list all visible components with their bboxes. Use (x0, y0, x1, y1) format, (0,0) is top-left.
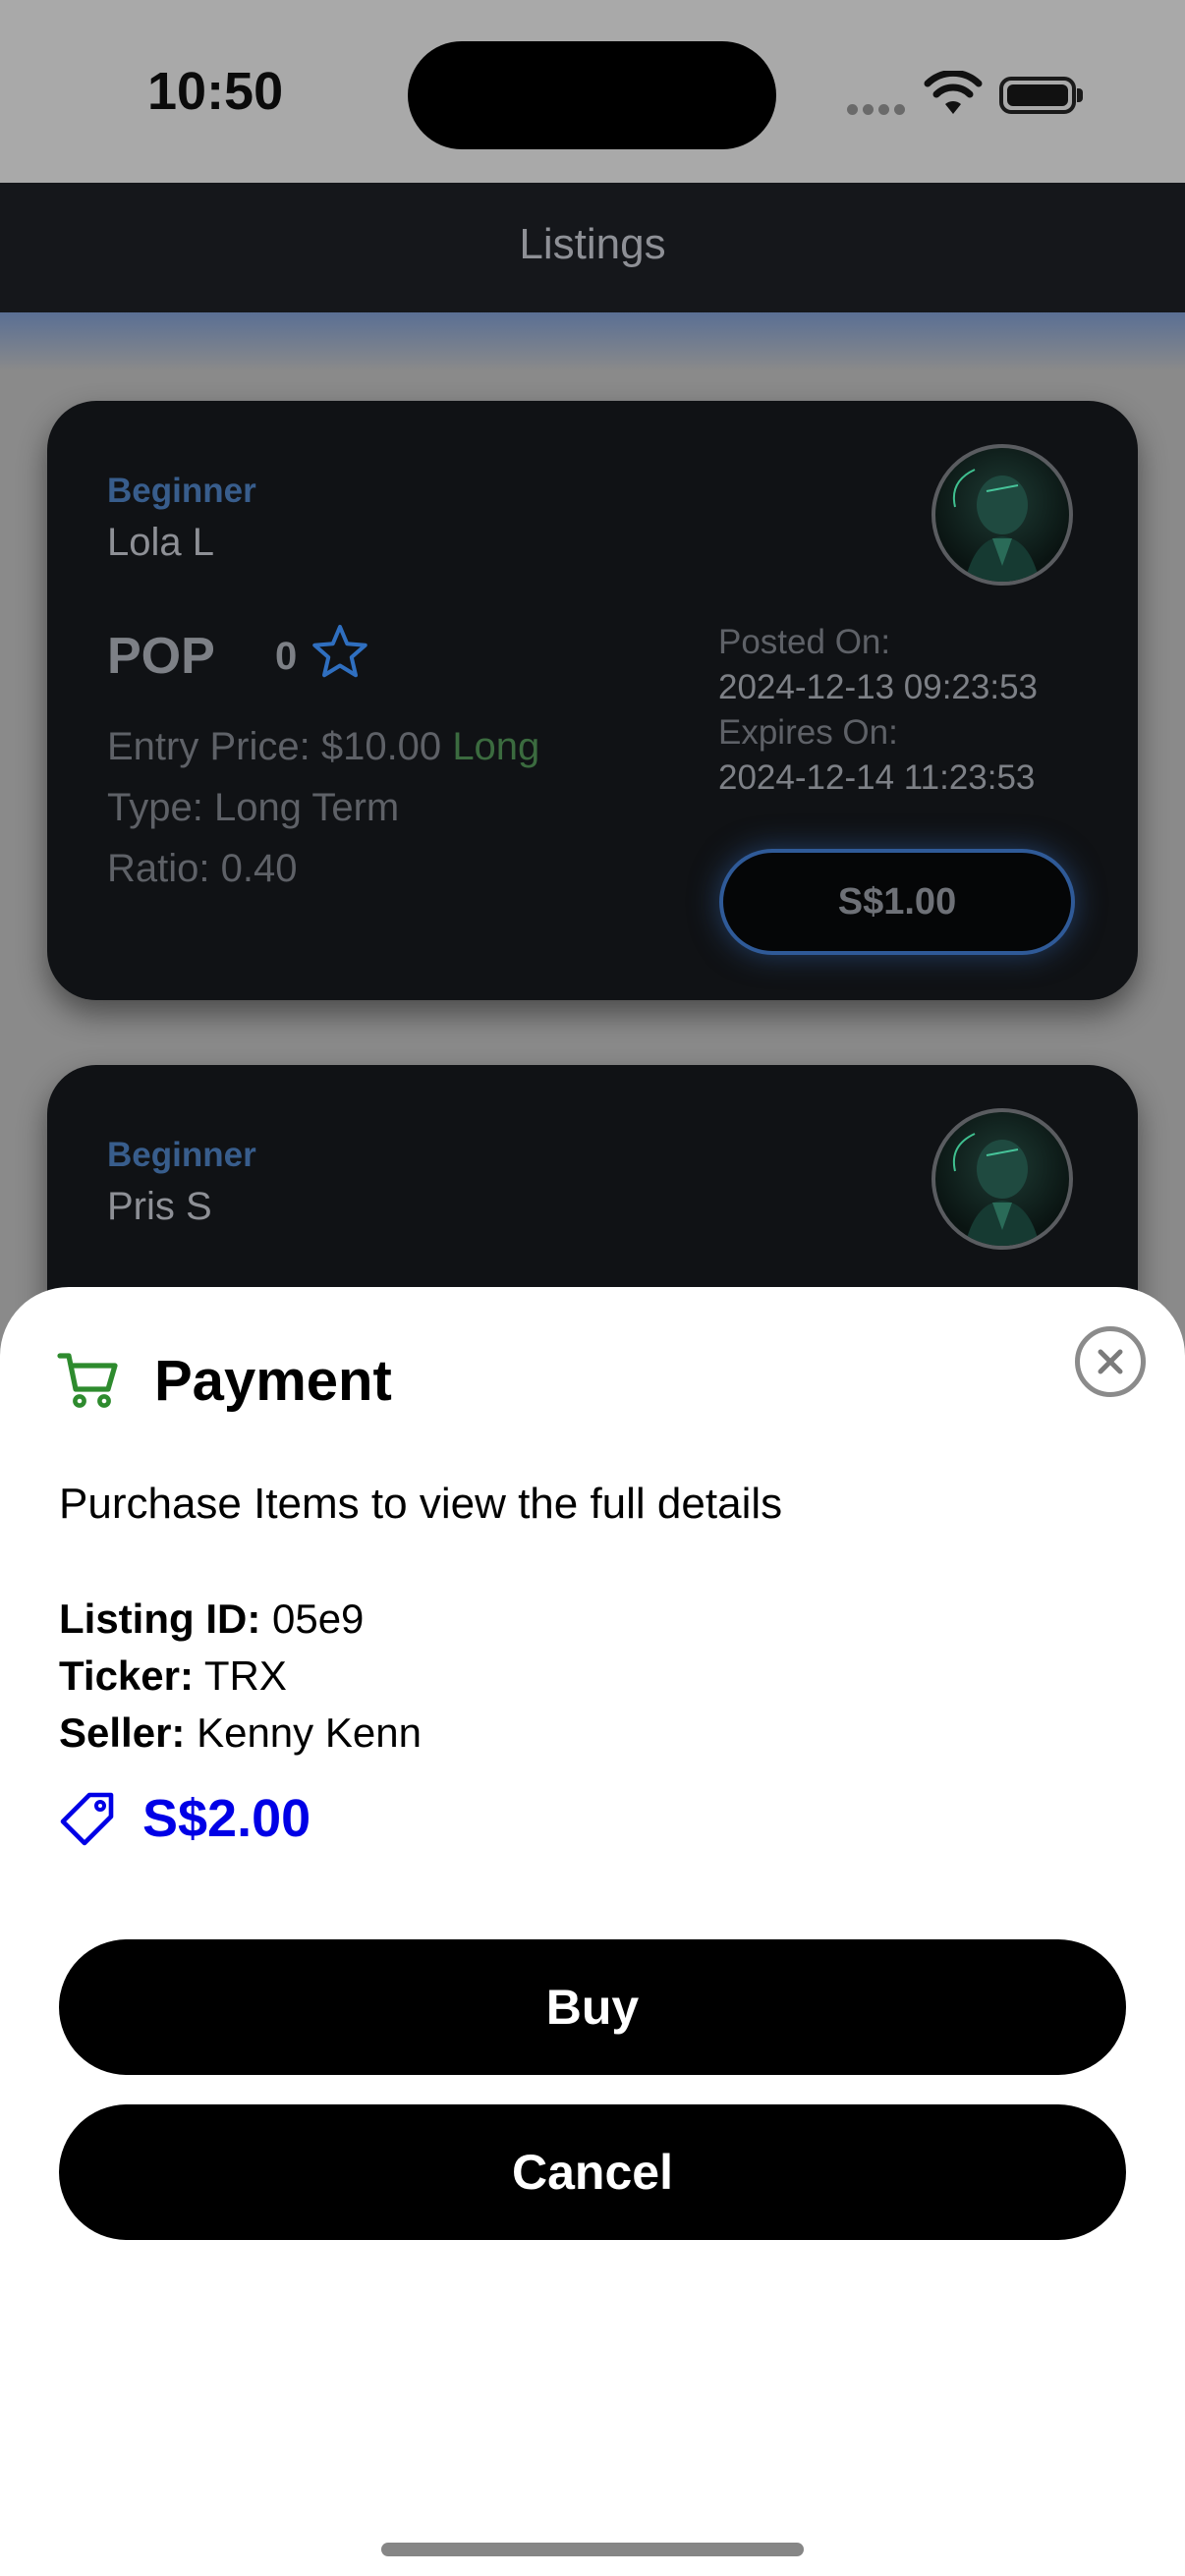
payment-amount: S$2.00 (142, 1789, 311, 1848)
shark-avatar-image (953, 1133, 1040, 1246)
listing-card[interactable]: Beginner Lola L POP 0 Entry Price: $10.0… (47, 401, 1138, 1000)
home-indicator[interactable] (381, 2543, 804, 2556)
dynamic-island (408, 41, 776, 149)
direction-label: Long (452, 725, 540, 768)
listing-id-row: Listing ID: 05e9 (59, 1596, 364, 1643)
battery-cap (1077, 88, 1083, 102)
entry-price: Entry Price: $10.00 Long (107, 725, 539, 769)
listing-seller-name: Pris S (107, 1185, 212, 1228)
listing-type: Type: Long Term (107, 786, 400, 829)
payment-title: Payment (154, 1349, 392, 1413)
close-icon (1098, 1349, 1123, 1374)
close-button[interactable] (1075, 1326, 1146, 1397)
listing-id-label: Listing ID: (59, 1596, 261, 1642)
seller-label: Seller: (59, 1709, 186, 1756)
seller-value: Kenny Kenn (197, 1709, 422, 1756)
ticker-value: TRX (203, 1652, 287, 1699)
avatar[interactable] (931, 444, 1073, 586)
nav-shadow (0, 312, 1185, 371)
listing-level: Beginner (107, 472, 256, 510)
entry-price-label: Entry Price: $10.00 (107, 725, 442, 768)
price-tag-icon (60, 1792, 114, 1846)
listing-rating-count: 0 (275, 635, 298, 678)
wifi-icon (924, 71, 983, 114)
payment-sheet: Payment Purchase Items to view the full … (0, 1287, 1185, 2576)
nav-bar: Listings (0, 183, 1185, 312)
avatar[interactable] (931, 1108, 1073, 1250)
posted-label: Posted On: (718, 623, 891, 661)
posted-date: 2024-12-13 09:23:53 (718, 668, 1038, 706)
listing-level: Beginner (107, 1136, 256, 1174)
shark-avatar-image (953, 469, 1040, 582)
star-icon[interactable] (310, 623, 369, 680)
listing-seller-name: Lola L (107, 521, 214, 564)
ticker-label: Ticker: (59, 1652, 194, 1699)
seller-row: Seller: Kenny Kenn (59, 1709, 422, 1757)
payment-subtitle: Purchase Items to view the full details (59, 1480, 783, 1528)
expires-date: 2024-12-14 11:23:53 (718, 758, 1036, 797)
cellular-signal-icon (847, 102, 910, 120)
status-bar: 10:50 (0, 0, 1185, 183)
listing-ratio: Ratio: 0.40 (107, 847, 298, 890)
status-time: 10:50 (147, 62, 284, 121)
cancel-button[interactable]: Cancel (59, 2104, 1126, 2240)
listing-price-button[interactable]: S$1.00 (719, 849, 1075, 955)
listing-ticker: POP (107, 628, 215, 685)
cart-icon (57, 1353, 118, 1408)
listing-id-value: 05e9 (271, 1596, 365, 1642)
battery-icon (999, 77, 1076, 114)
expires-label: Expires On: (718, 713, 898, 752)
buy-button[interactable]: Buy (59, 1939, 1126, 2075)
ticker-row: Ticker: TRX (59, 1652, 287, 1700)
page-title: Listings (519, 220, 666, 268)
